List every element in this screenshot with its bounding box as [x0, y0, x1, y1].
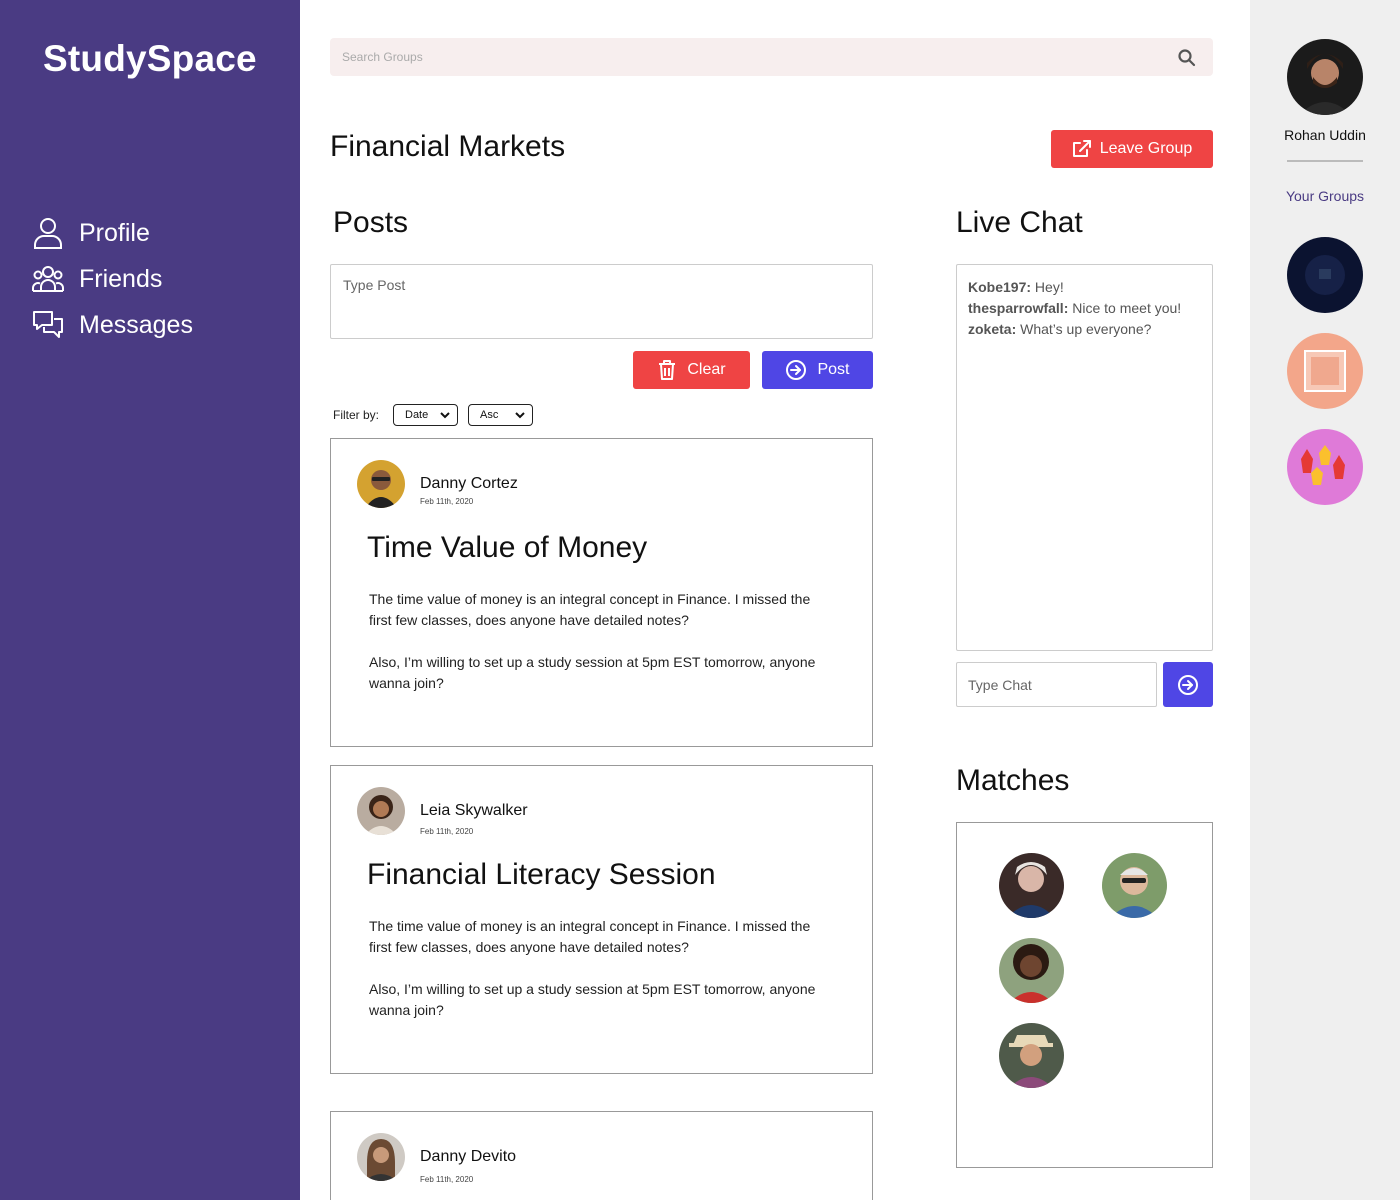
chevron-down-icon: [515, 412, 525, 419]
sort-field-select[interactable]: Date: [393, 404, 458, 426]
match-avatar[interactable]: [999, 1023, 1064, 1088]
match-avatar[interactable]: [999, 853, 1064, 918]
clear-label: Clear: [687, 361, 726, 378]
external-link-icon: [1072, 140, 1091, 157]
app-logo[interactable]: StudySpace: [43, 38, 257, 80]
chat-user[interactable]: thesparrowfall:: [968, 300, 1068, 316]
chat-message: zoketa: What’s up everyone?: [968, 319, 1201, 340]
avatar[interactable]: [357, 787, 405, 835]
search-input[interactable]: [342, 38, 1162, 76]
sidebar-item-label: Friends: [79, 264, 163, 293]
trash-icon: [659, 360, 676, 380]
post-card: Leia Skywalker Feb 11th, 2020 Financial …: [330, 765, 873, 1074]
post-button[interactable]: Post: [762, 351, 873, 389]
filter-label: Filter by:: [333, 408, 380, 422]
chat-input-box: [956, 662, 1157, 707]
matches-box: [956, 822, 1213, 1168]
sidebar-nav: Profile Friends Messages: [32, 210, 193, 348]
page-title: Financial Markets: [330, 130, 566, 163]
post-paragraph: Also, I’m willing to set up a study sess…: [369, 981, 816, 1018]
post-author[interactable]: Danny Cortez: [420, 475, 518, 493]
sort-field-value: Date: [405, 409, 429, 421]
search-bar: [330, 38, 1213, 76]
avatar[interactable]: [357, 1133, 405, 1181]
post-date: Feb 11th, 2020: [420, 497, 474, 506]
post-paragraph: Also, I’m willing to set up a study sess…: [369, 654, 816, 691]
post-paragraph: The time value of money is an integral c…: [369, 591, 811, 628]
leave-group-label: Leave Group: [1099, 140, 1193, 157]
chat-message: Kobe197: Hey!: [968, 277, 1201, 298]
group-avatar[interactable]: [1287, 237, 1363, 313]
post-card: Danny Devito Feb 11th, 2020: [330, 1111, 873, 1200]
post-input[interactable]: [331, 265, 872, 338]
post-input-box: [330, 264, 873, 339]
sidebar-item-label: Messages: [79, 310, 193, 339]
sidebar-item-label: Profile: [79, 218, 150, 247]
match-avatar[interactable]: [1102, 853, 1167, 918]
sidebar-item-friends[interactable]: Friends: [32, 256, 193, 302]
user-avatar[interactable]: [1287, 39, 1363, 115]
sort-order-value: Asc: [480, 409, 499, 421]
sort-order-select[interactable]: Asc: [468, 404, 533, 426]
match-avatar[interactable]: [999, 938, 1064, 1003]
post-date: Feb 11th, 2020: [420, 827, 474, 836]
your-groups-label: Your Groups: [1285, 188, 1365, 204]
live-chat-heading: Live Chat: [956, 206, 1083, 239]
chat-messages: Kobe197: Hey! thesparrowfall: Nice to me…: [956, 264, 1213, 651]
chat-message: thesparrowfall: Nice to meet you!: [968, 298, 1201, 319]
post-card: Danny Cortez Feb 11th, 2020 Time Value o…: [330, 438, 873, 747]
chat-input[interactable]: [957, 663, 1156, 706]
chat-text: Nice to meet you!: [1072, 300, 1182, 316]
posts-heading: Posts: [333, 206, 409, 239]
chat-user[interactable]: zoketa:: [968, 321, 1016, 337]
chat-user[interactable]: Kobe197:: [968, 279, 1031, 295]
arrow-circle-right-icon: [786, 360, 807, 380]
search-icon[interactable]: [1177, 48, 1197, 68]
clear-button[interactable]: Clear: [633, 351, 750, 389]
matches-heading: Matches: [956, 764, 1070, 797]
post-author[interactable]: Danny Devito: [420, 1148, 516, 1166]
chat-text: What’s up everyone?: [1020, 321, 1152, 337]
users-icon: [32, 263, 64, 295]
group-avatar[interactable]: [1287, 333, 1363, 409]
send-chat-button[interactable]: [1163, 662, 1213, 707]
sidebar-item-messages[interactable]: Messages: [32, 302, 193, 348]
post-label: Post: [817, 361, 850, 378]
right-panel: Rohan Uddin Your Groups: [1250, 0, 1400, 1200]
post-body: The time value of money is an integral c…: [369, 916, 819, 1021]
post-title: Financial Literacy Session: [367, 858, 716, 891]
chat-text: Hey!: [1034, 279, 1064, 295]
sidebar-item-profile[interactable]: Profile: [32, 210, 193, 256]
post-date: Feb 11th, 2020: [420, 1175, 474, 1184]
leave-group-button[interactable]: Leave Group: [1051, 130, 1213, 168]
user-icon: [32, 217, 64, 249]
chevron-down-icon: [440, 412, 450, 419]
group-avatar[interactable]: [1287, 429, 1363, 505]
post-body: The time value of money is an integral c…: [369, 589, 819, 694]
user-name[interactable]: Rohan Uddin: [1250, 127, 1400, 143]
chat-bubbles-icon: [32, 309, 64, 341]
avatar[interactable]: [357, 460, 405, 508]
divider: [1287, 160, 1363, 162]
post-paragraph: The time value of money is an integral c…: [369, 918, 811, 955]
post-title: Time Value of Money: [367, 531, 648, 564]
post-author[interactable]: Leia Skywalker: [420, 802, 528, 820]
arrow-circle-right-icon: [1178, 674, 1198, 695]
sidebar: StudySpace Profile Friends Messages: [0, 0, 300, 1200]
